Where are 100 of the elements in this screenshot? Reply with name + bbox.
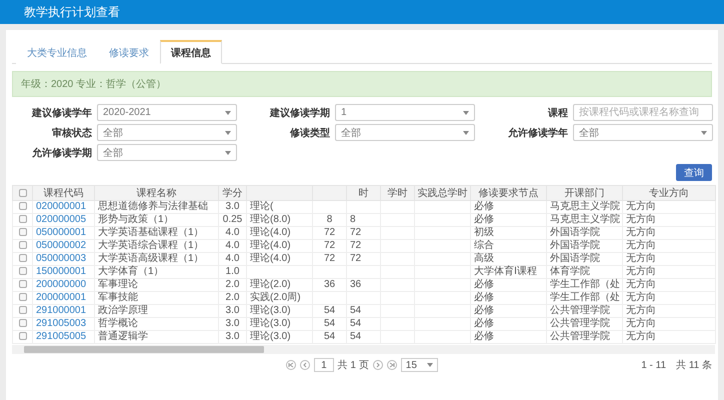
select-field[interactable]: 2020-2021 (97, 104, 237, 121)
table-cell: 8 (312, 214, 346, 226)
table-cell: 实践(2.0周) (246, 292, 312, 304)
caret-icon (426, 363, 433, 367)
table-cell: 公共管理学院 (546, 304, 622, 318)
course-code-link[interactable]: 291005005 (32, 330, 94, 344)
table-cell: 高级 (470, 252, 546, 266)
table-cell: 公共管理学院 (546, 318, 622, 330)
table-cell: 马克思主义学院 (546, 200, 622, 214)
select-field[interactable]: 1 (335, 104, 475, 121)
table-cell: 政治学原理 (94, 304, 218, 318)
table-cell: 大学体育（1） (94, 266, 218, 278)
page-size-select[interactable]: 15 (400, 358, 438, 372)
course-code-link[interactable]: 200000000 (32, 278, 94, 292)
table-cell: 无方向 (622, 278, 716, 292)
table-cell: 72 (312, 226, 346, 240)
record-summary: 1 - 11 共 11 条 (641, 358, 712, 372)
table-cell: 大学英语基础课程（1） (94, 226, 218, 240)
table-cell: 54 (346, 304, 380, 318)
table-cell: 理论(3.0) (246, 330, 312, 344)
table-cell: 3.0 (218, 200, 246, 214)
table-cell: 36 (312, 278, 346, 292)
table-cell: 3.0 (218, 318, 246, 330)
course-code-link[interactable]: 050000002 (32, 240, 94, 252)
table-cell: 72 (312, 240, 346, 252)
table-cell: 无方向 (622, 266, 716, 278)
page-input[interactable]: 1 (314, 358, 334, 372)
checkbox[interactable] (18, 267, 26, 276)
column-header: 开课部门 (546, 186, 622, 200)
table-cell: 思想道德修养与法律基础 (94, 200, 218, 214)
course-code-link[interactable]: 020000001 (32, 200, 94, 214)
table-cell: 初级 (470, 226, 546, 240)
pager-arrow-icon[interactable] (386, 360, 397, 370)
caret-icon (701, 130, 707, 134)
table-cell: 理论(4.0) (246, 240, 312, 252)
table-cell: 军事技能 (94, 292, 218, 304)
table-cell: 无方向 (622, 226, 716, 240)
table-cell: 1.0 (218, 266, 246, 278)
table-cell: 无方向 (622, 240, 716, 252)
caret-icon (463, 130, 469, 134)
table-cell: 理论(4.0) (246, 252, 312, 266)
course-code-link[interactable]: 291005003 (32, 318, 94, 330)
checkbox[interactable] (18, 254, 26, 262)
table-cell: 公共管理学院 (546, 330, 622, 344)
checkbox[interactable] (18, 293, 26, 302)
table-cell: 36 (346, 278, 380, 292)
checkbox[interactable] (18, 188, 26, 197)
checkbox[interactable] (18, 332, 26, 340)
table-cell: 72 (312, 252, 346, 266)
select-field[interactable]: 全部 (335, 124, 475, 141)
column-header: 修读要求节点 (470, 186, 546, 200)
select-field[interactable]: 全部 (97, 124, 237, 141)
tab[interactable]: 课程信息 (160, 40, 222, 64)
field-label: 修读类型 (288, 126, 330, 140)
select-field[interactable]: 全部 (97, 144, 237, 161)
table-cell: 2.0 (218, 292, 246, 304)
table-cell: 普通逻辑学 (94, 330, 218, 344)
column-header: 课程代码 (32, 186, 94, 200)
course-code-link[interactable]: 291000001 (32, 304, 94, 318)
pager-arrow-icon[interactable] (286, 360, 296, 370)
table-cell: 4.0 (218, 226, 246, 240)
search-field[interactable]: 按课程代码或课程名称查询 (573, 104, 713, 121)
table-cell: 必修 (470, 200, 546, 214)
query-button[interactable]: 查询 (676, 164, 712, 181)
table-cell: 无方向 (622, 200, 716, 214)
course-code-link[interactable]: 050000003 (32, 252, 94, 266)
table-cell: 大学英语高级课程（1） (94, 252, 218, 266)
caret-icon (225, 110, 231, 114)
table-cell: 学生工作部（处 (546, 292, 622, 304)
table-cell: 体育学院 (546, 266, 622, 278)
table-cell: 0.25 (218, 214, 246, 226)
table-cell: 理论(4.0) (246, 226, 312, 240)
course-code-link[interactable]: 150000001 (32, 266, 94, 278)
checkbox[interactable] (18, 319, 26, 328)
table-cell: 理论(3.0) (246, 318, 312, 330)
column-header: 专业方向 (622, 186, 716, 200)
table-cell: 无方向 (622, 214, 716, 226)
info-banner: 年级：2020 专业：哲学（公管） (12, 71, 712, 97)
course-code-link[interactable]: 200000001 (32, 292, 94, 304)
checkbox[interactable] (18, 280, 26, 288)
course-code-link[interactable]: 050000001 (32, 226, 94, 240)
table-cell: 必修 (470, 214, 546, 226)
table-cell: 无方向 (622, 318, 716, 330)
caret-icon (225, 150, 231, 154)
caret-icon (225, 130, 231, 134)
checkbox[interactable] (18, 306, 26, 314)
column-header: 学时 (380, 186, 414, 200)
table-cell: 4.0 (218, 240, 246, 252)
checkbox[interactable] (18, 202, 26, 210)
horizontal-scrollbar[interactable] (12, 345, 715, 354)
scrollbar-thumb[interactable] (24, 346, 264, 353)
table-cell: 必修 (470, 318, 546, 330)
table-cell: 必修 (470, 304, 546, 318)
select-field[interactable]: 全部 (573, 124, 713, 141)
checkbox[interactable] (18, 228, 26, 236)
checkbox[interactable] (18, 215, 26, 224)
table-cell: 必修 (470, 292, 546, 304)
table-cell: 4.0 (218, 252, 246, 266)
course-code-link[interactable]: 020000005 (32, 214, 94, 226)
checkbox[interactable] (18, 241, 26, 250)
